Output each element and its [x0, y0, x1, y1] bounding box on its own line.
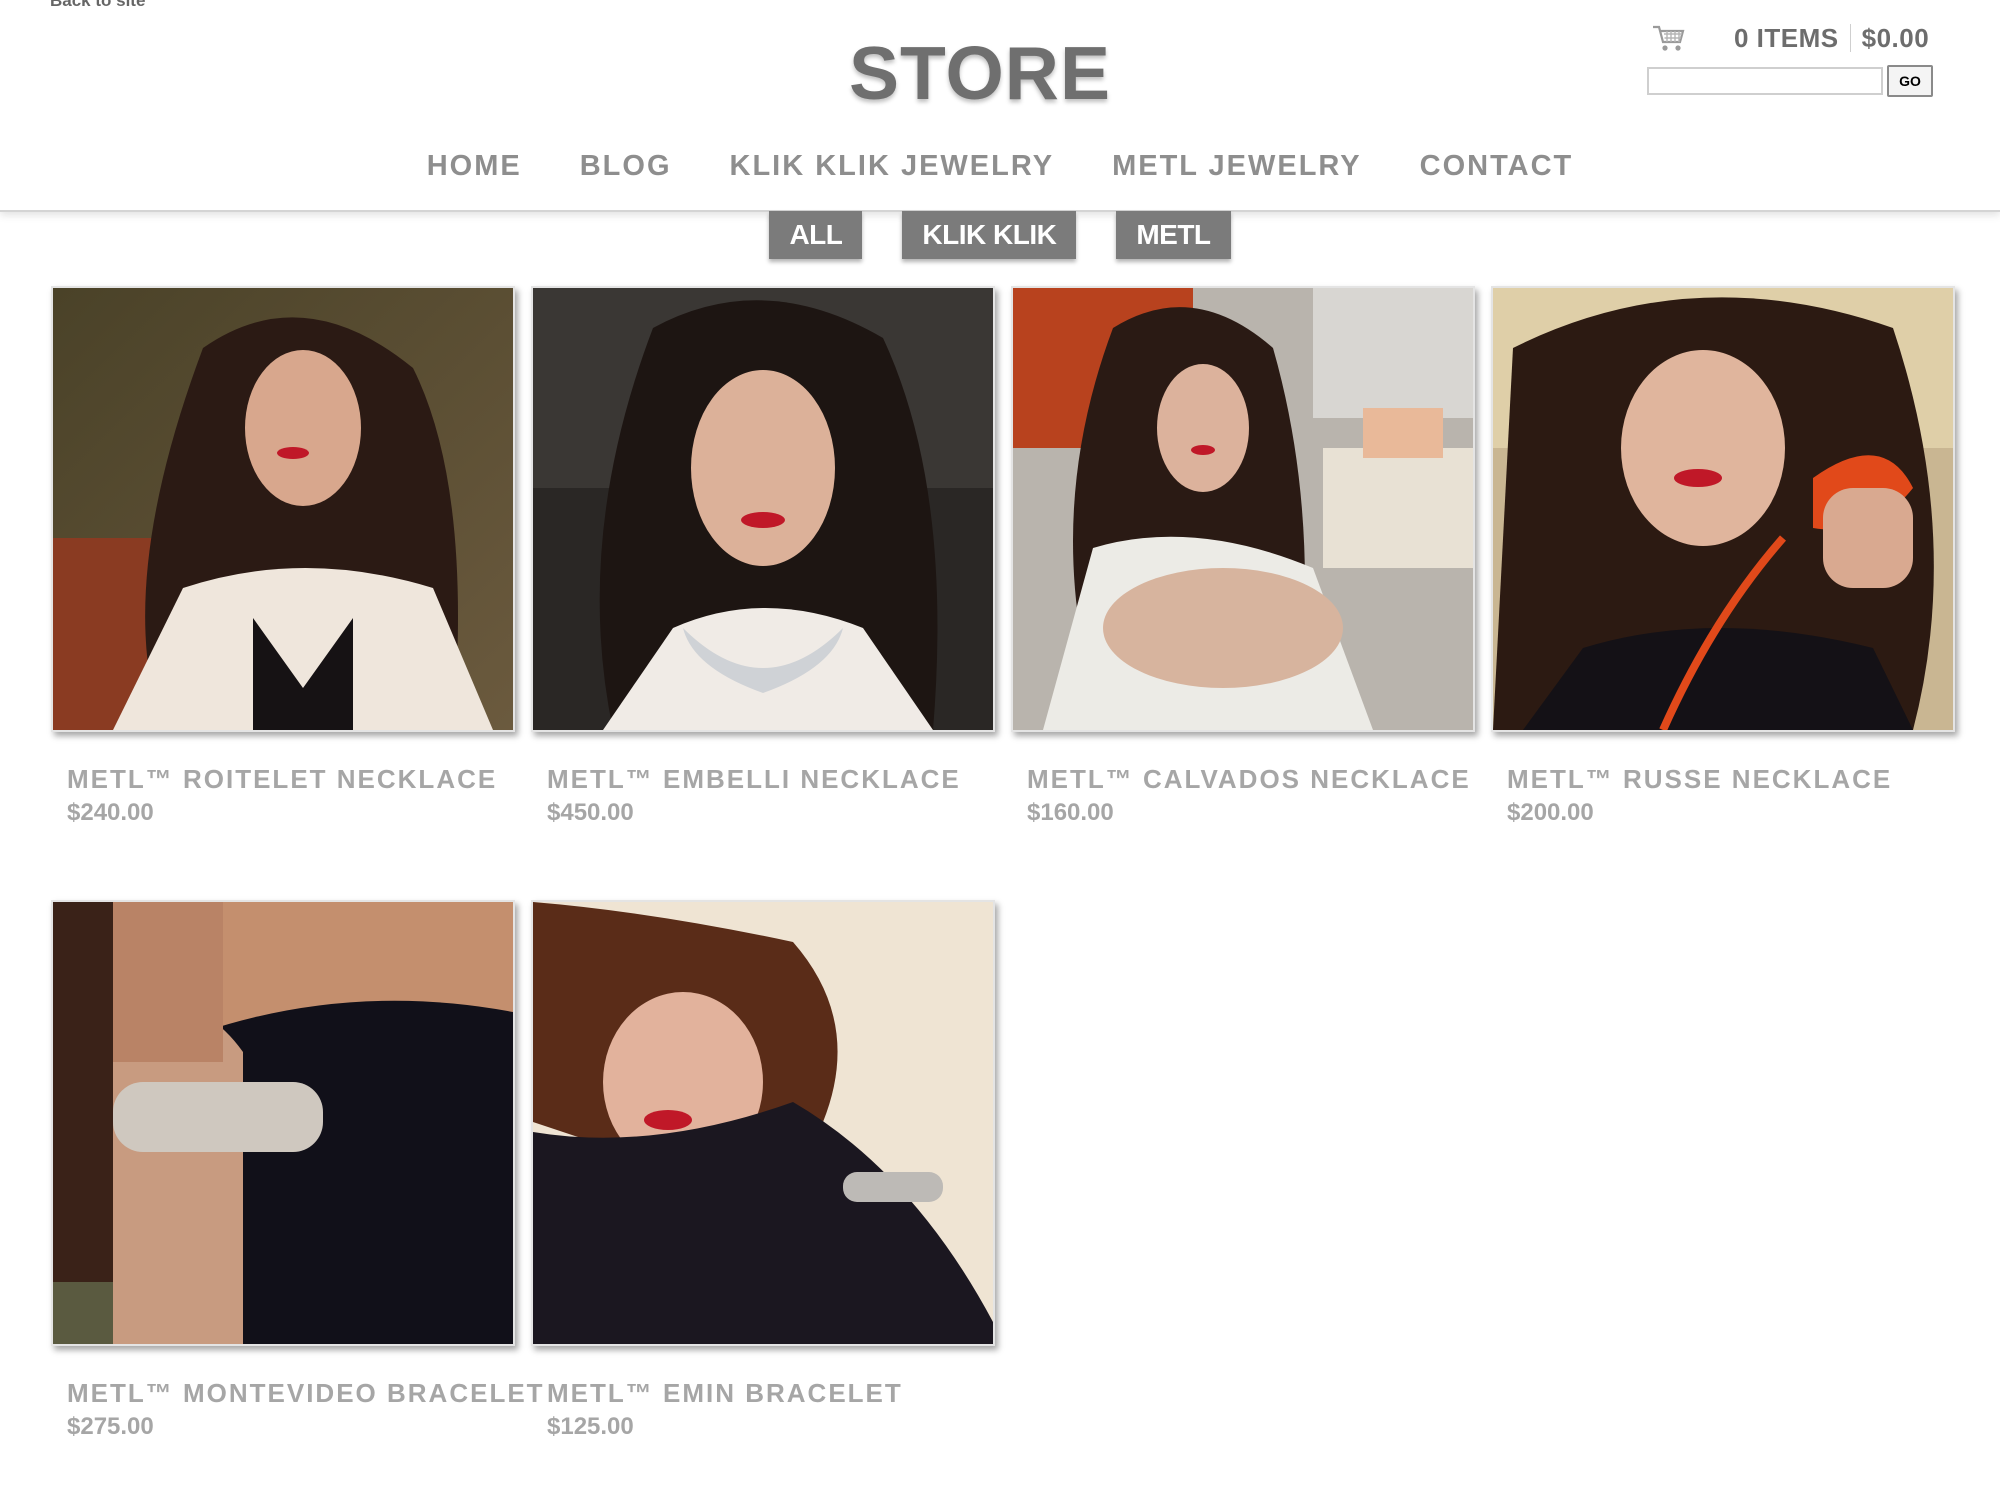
product-card[interactable]: METL™ ROITELET NECKLACE $240.00: [51, 286, 515, 827]
product-name[interactable]: METL™ RUSSE NECKLACE: [1507, 764, 1955, 795]
cart-icon[interactable]: [1652, 23, 1686, 53]
cart-divider: [1849, 24, 1851, 52]
product-card[interactable]: METL™ RUSSE NECKLACE $200.00: [1491, 286, 1955, 827]
product-name[interactable]: METL™ CALVADOS NECKLACE: [1027, 764, 1475, 795]
category-filters: ALL KLIK KLIK METL: [0, 211, 2000, 259]
product-price: $240.00: [67, 799, 154, 826]
filter-metl-button[interactable]: METL: [1116, 211, 1231, 259]
product-image[interactable]: [531, 900, 995, 1346]
product-price: $450.00: [547, 799, 634, 826]
search-go-button[interactable]: GO: [1887, 65, 1933, 97]
main-nav: HOME BLOG KLIK KLIK JEWELRY METL JEWELRY…: [0, 150, 2000, 183]
product-price: $160.00: [1027, 799, 1114, 826]
nav-klik-klik-jewelry[interactable]: KLIK KLIK JEWELRY: [730, 150, 1055, 183]
product-card[interactable]: METL™ EMBELLI NECKLACE $450.00: [531, 286, 995, 827]
product-image[interactable]: [1491, 286, 1955, 732]
product-name[interactable]: METL™ EMBELLI NECKLACE: [547, 764, 995, 795]
filter-klik-klik-button[interactable]: KLIK KLIK: [902, 211, 1077, 259]
product-card[interactable]: METL™ EMIN BRACELET $125.00: [531, 900, 995, 1441]
filter-all-button[interactable]: ALL: [769, 211, 863, 259]
product-image[interactable]: [1011, 286, 1475, 732]
search-input[interactable]: [1647, 67, 1883, 95]
nav-home[interactable]: HOME: [427, 150, 522, 183]
product-image[interactable]: [51, 286, 515, 732]
product-card[interactable]: METL™ CALVADOS NECKLACE $160.00: [1011, 286, 1475, 827]
product-image[interactable]: [51, 900, 515, 1346]
product-name[interactable]: METL™ ROITELET NECKLACE: [67, 764, 515, 795]
product-card[interactable]: METL™ MONTEVIDEO BRACELET $275.00: [51, 900, 543, 1441]
cart-total[interactable]: $0.00: [1862, 23, 1930, 54]
product-price: $125.00: [547, 1413, 634, 1440]
product-price: $200.00: [1507, 799, 1594, 826]
product-name[interactable]: METL™ MONTEVIDEO BRACELET: [67, 1378, 543, 1409]
nav-blog[interactable]: BLOG: [580, 150, 672, 183]
nav-metl-jewelry[interactable]: METL JEWELRY: [1112, 150, 1362, 183]
cart-summary[interactable]: 0 ITEMS $0.00: [1652, 20, 1929, 56]
nav-contact[interactable]: CONTACT: [1420, 150, 1574, 183]
product-price: $275.00: [67, 1413, 154, 1440]
cart-item-count[interactable]: 0 ITEMS: [1734, 23, 1839, 54]
product-image[interactable]: [531, 286, 995, 732]
product-name[interactable]: METL™ EMIN BRACELET: [547, 1378, 995, 1409]
